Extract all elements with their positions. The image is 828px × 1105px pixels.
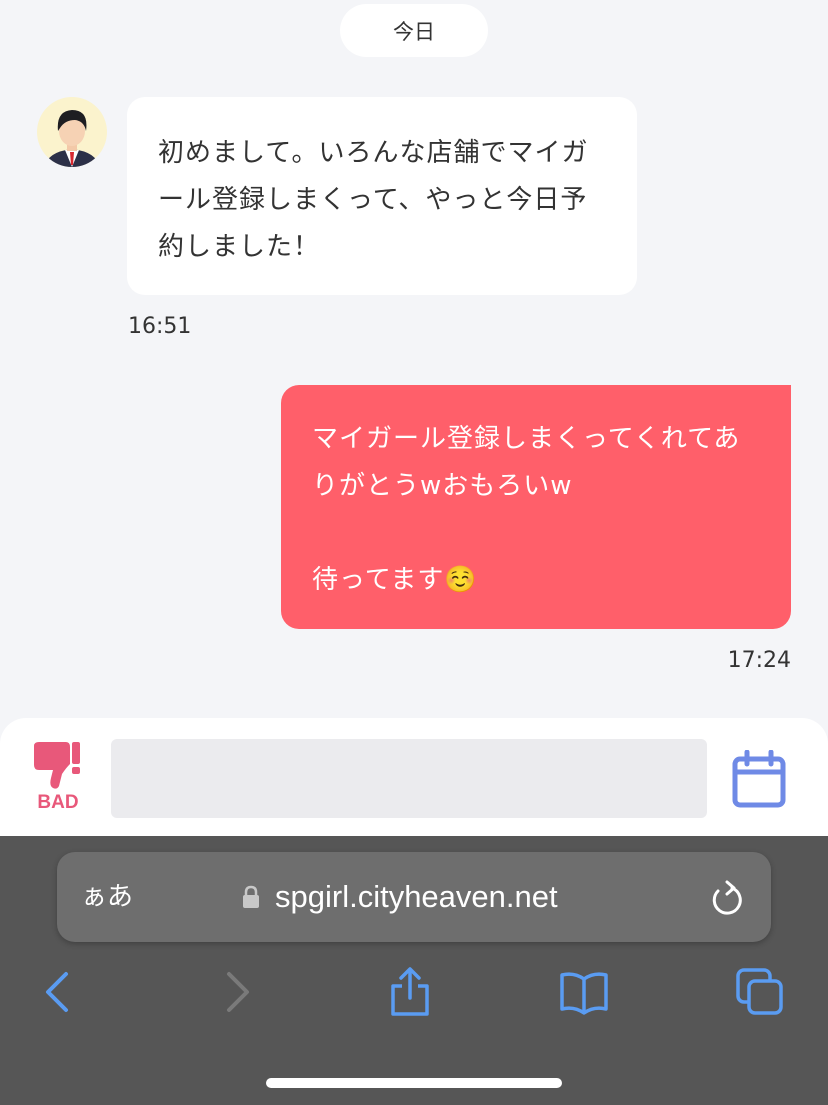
outgoing-message-line: 待ってます☺️ — [312, 565, 478, 595]
bad-button[interactable]: BAD — [30, 740, 86, 814]
message-input-bar: BAD — [0, 718, 828, 838]
url-text: spgirl.cityheaven.net — [275, 879, 558, 914]
page-settings-button[interactable]: ぁあ — [81, 852, 133, 942]
back-icon[interactable] — [33, 966, 85, 1018]
outgoing-message-line: マイガール登録しまくってくれてありがとうwおもろいw — [312, 424, 741, 501]
incoming-message-bubble: 初めまして。いろんな店舗でマイガール登録しまくって、やっと今日予約しました！ — [127, 97, 637, 295]
lock-icon — [243, 885, 259, 908]
bad-label: BAD — [37, 792, 79, 813]
avatar-person-icon — [45, 110, 99, 167]
bookmarks-icon[interactable] — [558, 966, 610, 1018]
thumbs-down-icon — [34, 742, 80, 789]
forward-icon[interactable] — [210, 966, 262, 1018]
address-bar[interactable]: ぁあ spgirl.cityheaven.net — [57, 852, 771, 942]
date-separator: 今日 — [340, 4, 488, 57]
outgoing-message-time: 17:24 — [727, 648, 791, 673]
share-icon[interactable] — [384, 966, 436, 1018]
home-indicator — [266, 1078, 562, 1088]
tabs-icon[interactable] — [734, 966, 786, 1018]
outgoing-message-bubble: マイガール登録しまくってくれてありがとうwおもろいw 待ってます☺️ — [281, 385, 791, 629]
sender-avatar[interactable] — [37, 97, 107, 167]
incoming-message-time: 16:51 — [128, 314, 192, 339]
reload-icon[interactable] — [710, 880, 744, 916]
message-input[interactable] — [111, 739, 707, 818]
calendar-icon — [732, 749, 786, 808]
browser-toolbar: ぁあ spgirl.cityheaven.net — [0, 836, 828, 1105]
calendar-button[interactable] — [732, 749, 786, 808]
